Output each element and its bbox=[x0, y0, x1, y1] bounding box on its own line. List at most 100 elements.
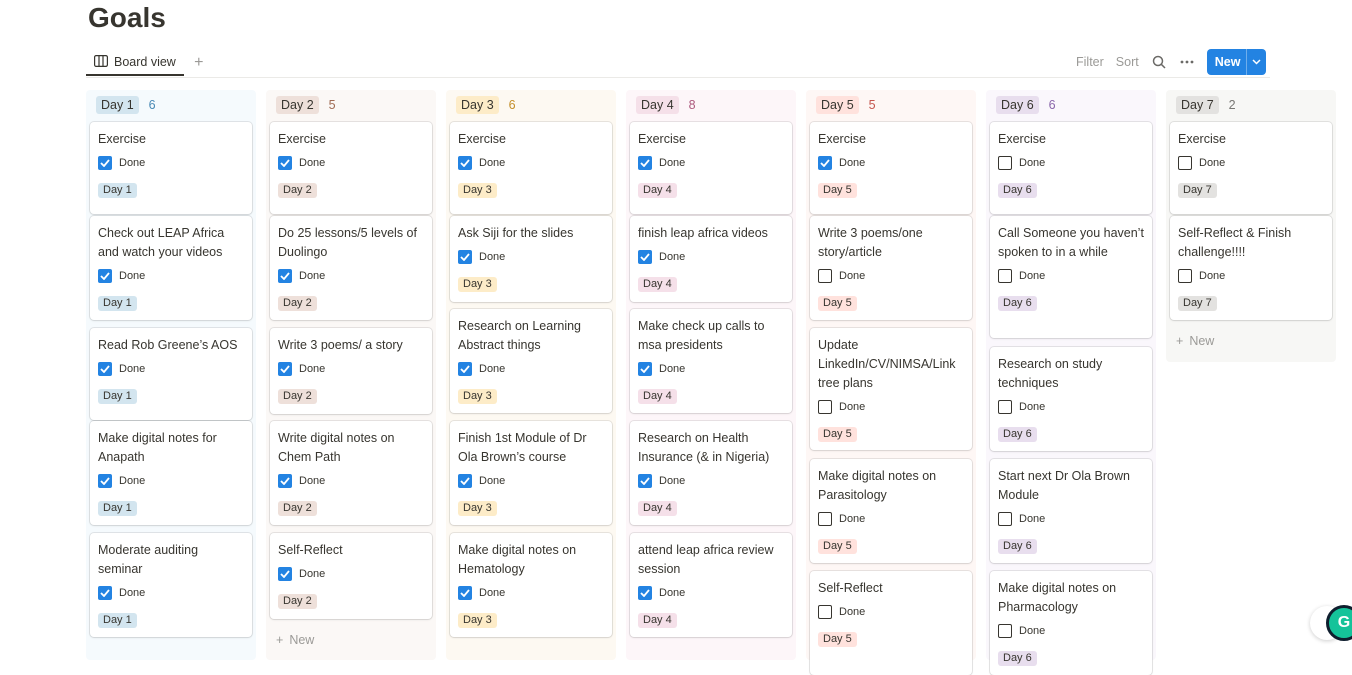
checkbox-unchecked-icon[interactable] bbox=[1178, 269, 1192, 283]
card-title: Self-Reflect & Finish challenge!!!! bbox=[1178, 226, 1292, 259]
done-label: Done bbox=[119, 270, 146, 282]
board-card[interactable]: Moderate auditing seminar Done Day 1 bbox=[90, 533, 252, 637]
board-card[interactable]: Make digital notes for Anapath Done Day 1 bbox=[90, 421, 252, 525]
checkbox-unchecked-icon[interactable] bbox=[818, 269, 832, 283]
board-card[interactable]: Exercise Done Day 1 bbox=[90, 122, 252, 214]
checkbox-checked-icon[interactable] bbox=[98, 269, 112, 283]
tab-board-view[interactable]: Board view bbox=[86, 50, 184, 76]
checkbox-checked-icon[interactable] bbox=[458, 250, 472, 264]
column-header[interactable]: Day 2 5 bbox=[270, 90, 432, 120]
board-card[interactable]: Exercise Done Day 6 bbox=[990, 122, 1152, 214]
checkbox-unchecked-icon[interactable] bbox=[818, 512, 832, 526]
new-button[interactable]: New bbox=[1206, 49, 1267, 75]
day-tag: Day 3 bbox=[458, 277, 497, 292]
checkbox-unchecked-icon[interactable] bbox=[998, 269, 1012, 283]
chevron-down-icon[interactable] bbox=[1246, 49, 1266, 75]
board-card[interactable]: Research on Health Insurance (& in Niger… bbox=[630, 421, 792, 525]
day-tag: Day 1 bbox=[98, 296, 137, 311]
checkbox-checked-icon[interactable] bbox=[458, 474, 472, 488]
card-title: Make digital notes on Hematology bbox=[458, 543, 577, 576]
board-card[interactable]: Update LinkedIn/CV/NIMSA/Link tree plans… bbox=[810, 328, 972, 450]
checkbox-checked-icon[interactable] bbox=[98, 474, 112, 488]
column-header[interactable]: Day 5 5 bbox=[810, 90, 972, 120]
add-card-button[interactable]: + New bbox=[276, 633, 314, 647]
sort-button[interactable]: Sort bbox=[1110, 55, 1145, 69]
checkbox-checked-icon[interactable] bbox=[638, 250, 652, 264]
done-label: Done bbox=[119, 363, 146, 375]
checkbox-checked-icon[interactable] bbox=[458, 156, 472, 170]
checkbox-checked-icon[interactable] bbox=[638, 156, 652, 170]
board-card[interactable]: Make check up calls to msa presidents Don… bbox=[630, 309, 792, 413]
checkbox-checked-icon[interactable] bbox=[638, 586, 652, 600]
checkbox-checked-icon[interactable] bbox=[458, 362, 472, 376]
checkbox-unchecked-icon[interactable] bbox=[818, 400, 832, 414]
board-card[interactable]: Make digital notes on Pharmacology Done Da… bbox=[990, 571, 1152, 675]
board-card[interactable]: Ask Siji for the slides Done Day 3 bbox=[450, 216, 612, 302]
board-card[interactable]: attend leap africa review session Done Day… bbox=[630, 533, 792, 637]
board-card[interactable]: Make digital notes on Parasitology Done Da… bbox=[810, 459, 972, 563]
done-property: Done bbox=[818, 155, 964, 171]
checkbox-checked-icon[interactable] bbox=[98, 156, 112, 170]
add-card-button[interactable]: + New bbox=[1176, 334, 1214, 348]
board-card[interactable]: Finish 1st Module of Dr Ola Brown’s cour… bbox=[450, 421, 612, 525]
checkbox-unchecked-icon[interactable] bbox=[998, 512, 1012, 526]
column-header[interactable]: Day 3 6 bbox=[450, 90, 612, 120]
checkbox-checked-icon[interactable] bbox=[278, 156, 292, 170]
checkbox-checked-icon[interactable] bbox=[278, 362, 292, 376]
board-card[interactable]: Read Rob Greene’s AOS Done Day 1 bbox=[90, 328, 252, 420]
checkbox-checked-icon[interactable] bbox=[278, 269, 292, 283]
done-label: Done bbox=[119, 475, 146, 487]
board-card[interactable]: Self-Reflect Done Day 2 bbox=[270, 533, 432, 619]
day-tag: Day 4 bbox=[638, 389, 677, 404]
board-card[interactable]: Exercise Done Day 3 bbox=[450, 122, 612, 214]
board-card[interactable]: Write digital notes on Chem Path Done Day … bbox=[270, 421, 432, 525]
done-property: Done bbox=[818, 604, 964, 620]
board-card[interactable]: Research on study techniques Done Day 6 bbox=[990, 347, 1152, 451]
checkbox-unchecked-icon[interactable] bbox=[998, 624, 1012, 638]
column-tag: Day 3 bbox=[456, 96, 499, 114]
board-card[interactable]: Self-Reflect & Finish challenge!!!! Done D… bbox=[1170, 216, 1332, 320]
column-header[interactable]: Day 1 6 bbox=[90, 90, 252, 120]
checkbox-unchecked-icon[interactable] bbox=[818, 605, 832, 619]
filter-button[interactable]: Filter bbox=[1070, 55, 1110, 69]
board-card[interactable]: Research on Learning Abstract things Done… bbox=[450, 309, 612, 413]
board-card[interactable]: Exercise Done Day 7 bbox=[1170, 122, 1332, 214]
board-card[interactable]: Check out LEAP Africa and watch your vid… bbox=[90, 216, 252, 320]
board-card[interactable]: Do 25 lessons/5 levels of Duolingo Done Da… bbox=[270, 216, 432, 320]
day-tag: Day 3 bbox=[458, 183, 497, 198]
done-label: Done bbox=[119, 157, 146, 169]
column-header[interactable]: Day 7 2 bbox=[1170, 90, 1332, 120]
checkbox-checked-icon[interactable] bbox=[638, 474, 652, 488]
checkbox-checked-icon[interactable] bbox=[458, 586, 472, 600]
add-view-button[interactable]: + bbox=[188, 54, 210, 72]
board-card[interactable]: Write 3 poems/ a story Done Day 2 bbox=[270, 328, 432, 414]
checkbox-checked-icon[interactable] bbox=[638, 362, 652, 376]
board-card[interactable]: Start next Dr Ola Brown Module Done Day 6 bbox=[990, 459, 1152, 563]
checkbox-checked-icon[interactable] bbox=[818, 156, 832, 170]
board-card[interactable]: Make digital notes on Hematology Done Day … bbox=[450, 533, 612, 637]
board-card[interactable]: Exercise Done Day 2 bbox=[270, 122, 432, 214]
board-card[interactable]: Call Someone you haven’t spoken to in a … bbox=[990, 216, 1152, 338]
done-label: Done bbox=[479, 363, 506, 375]
board-card[interactable]: Exercise Done Day 5 bbox=[810, 122, 972, 214]
done-property: Done bbox=[1178, 268, 1324, 284]
column-header[interactable]: Day 6 6 bbox=[990, 90, 1152, 120]
card-title: Research on Health Insurance (& in Niger… bbox=[638, 431, 770, 464]
done-property: Done bbox=[98, 473, 244, 489]
checkbox-checked-icon[interactable] bbox=[98, 362, 112, 376]
more-options-icon[interactable] bbox=[1173, 50, 1201, 74]
board-card[interactable]: Write 3 poems/one story/article Done Day 5 bbox=[810, 216, 972, 320]
board-card[interactable]: Exercise Done Day 4 bbox=[630, 122, 792, 214]
checkbox-checked-icon[interactable] bbox=[278, 567, 292, 581]
checkbox-checked-icon[interactable] bbox=[98, 586, 112, 600]
search-icon[interactable] bbox=[1145, 50, 1173, 74]
checkbox-unchecked-icon[interactable] bbox=[998, 400, 1012, 414]
checkbox-unchecked-icon[interactable] bbox=[998, 156, 1012, 170]
checkbox-checked-icon[interactable] bbox=[278, 474, 292, 488]
card-title: Exercise bbox=[458, 132, 506, 146]
checkbox-unchecked-icon[interactable] bbox=[1178, 156, 1192, 170]
board-card[interactable]: finish leap africa videos Done Day 4 bbox=[630, 216, 792, 302]
card-title: Ask Siji for the slides bbox=[458, 226, 574, 240]
column-header[interactable]: Day 4 8 bbox=[630, 90, 792, 120]
board-card[interactable]: Self-Reflect Done Day 5 bbox=[810, 571, 972, 675]
